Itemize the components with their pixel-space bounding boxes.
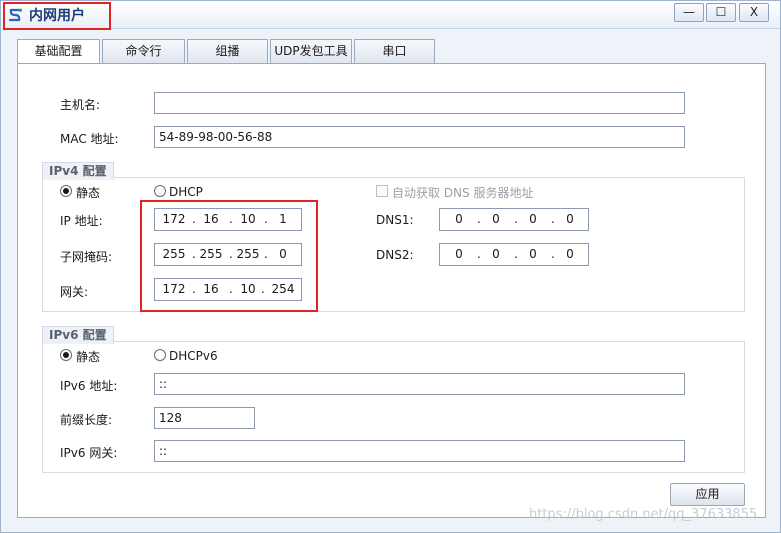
- close-button[interactable]: X: [739, 3, 769, 22]
- tab-udp-tool[interactable]: UDP发包工具: [270, 39, 352, 64]
- ip-dot: .: [551, 212, 555, 226]
- subnet-mask-label: 子网掩码:: [60, 250, 113, 264]
- ipv4-static-radio[interactable]: [60, 185, 72, 197]
- ipv6-dhcp-radio[interactable]: [154, 349, 166, 361]
- dns2-octet-4: 0: [566, 247, 574, 261]
- dns1-octet-4: 0: [566, 212, 574, 226]
- prefix-length-label: 前缀长度:: [60, 413, 113, 427]
- prefix-length-input[interactable]: 128: [154, 407, 255, 429]
- dns2-input[interactable]: 0 . 0 . 0 . 0: [439, 243, 589, 266]
- ipv4-static-label: 静态: [76, 186, 101, 200]
- ipv4-dhcp-label: DHCP: [169, 185, 203, 199]
- title-bar: 内网用户 — ☐ X: [1, 1, 780, 29]
- ipv6-address-label: IPv6 地址:: [60, 379, 118, 393]
- ip-address-label: IP 地址:: [60, 214, 103, 228]
- ip-dot: .: [477, 212, 481, 226]
- hostname-label: 主机名:: [60, 98, 101, 112]
- minimize-button[interactable]: —: [674, 3, 704, 22]
- maximize-button[interactable]: ☐: [706, 3, 736, 22]
- tab-basic-config[interactable]: 基础配置: [17, 39, 100, 65]
- ip-dot: .: [477, 247, 481, 261]
- tab-serial[interactable]: 串口: [354, 39, 435, 64]
- ipv6-address-input[interactable]: ::: [154, 373, 685, 395]
- ipv4-group-title: IPv4 配置: [42, 162, 114, 180]
- ipv6-static-radio[interactable]: [60, 349, 72, 361]
- auto-dns-label: 自动获取 DNS 服务器地址: [392, 186, 534, 200]
- dns1-octet-1: 0: [455, 212, 463, 226]
- gateway-label: 网关:: [60, 285, 89, 299]
- ipv6-group-title: IPv6 配置: [42, 326, 114, 344]
- ipv6-gateway-label: IPv6 网关:: [60, 446, 118, 460]
- dns1-octet-2: 0: [492, 212, 500, 226]
- config-window: 内网用户 — ☐ X 基础配置 命令行 组播 UDP发包工具 串口 主机名: M…: [0, 0, 781, 533]
- mac-input[interactable]: 54-89-98-00-56-88: [154, 126, 685, 148]
- ipv6-dhcp-label: DHCPv6: [169, 349, 218, 363]
- ipv6-gateway-input[interactable]: ::: [154, 440, 685, 462]
- dns2-label: DNS2:: [376, 248, 414, 262]
- dns2-octet-3: 0: [529, 247, 537, 261]
- ip-dot: .: [514, 247, 518, 261]
- title-highlight-box: [3, 2, 111, 30]
- dns2-octet-1: 0: [455, 247, 463, 261]
- dns1-label: DNS1:: [376, 213, 414, 227]
- dns2-octet-2: 0: [492, 247, 500, 261]
- ip-dot: .: [514, 212, 518, 226]
- ipv4-dhcp-radio[interactable]: [154, 185, 166, 197]
- tab-command-line[interactable]: 命令行: [102, 39, 185, 64]
- watermark-text: https://blog.csdn.net/qq_37633855: [529, 507, 758, 522]
- dns1-octet-3: 0: [529, 212, 537, 226]
- ipv6-static-label: 静态: [76, 350, 101, 364]
- tab-multicast[interactable]: 组播: [187, 39, 268, 64]
- hostname-input[interactable]: [154, 92, 685, 114]
- mac-label: MAC 地址:: [60, 132, 119, 146]
- apply-button[interactable]: 应用: [670, 483, 745, 506]
- ip-config-highlight-box: [140, 200, 318, 312]
- auto-dns-checkbox[interactable]: [376, 185, 388, 197]
- ip-dot: .: [551, 247, 555, 261]
- dns1-input[interactable]: 0 . 0 . 0 . 0: [439, 208, 589, 231]
